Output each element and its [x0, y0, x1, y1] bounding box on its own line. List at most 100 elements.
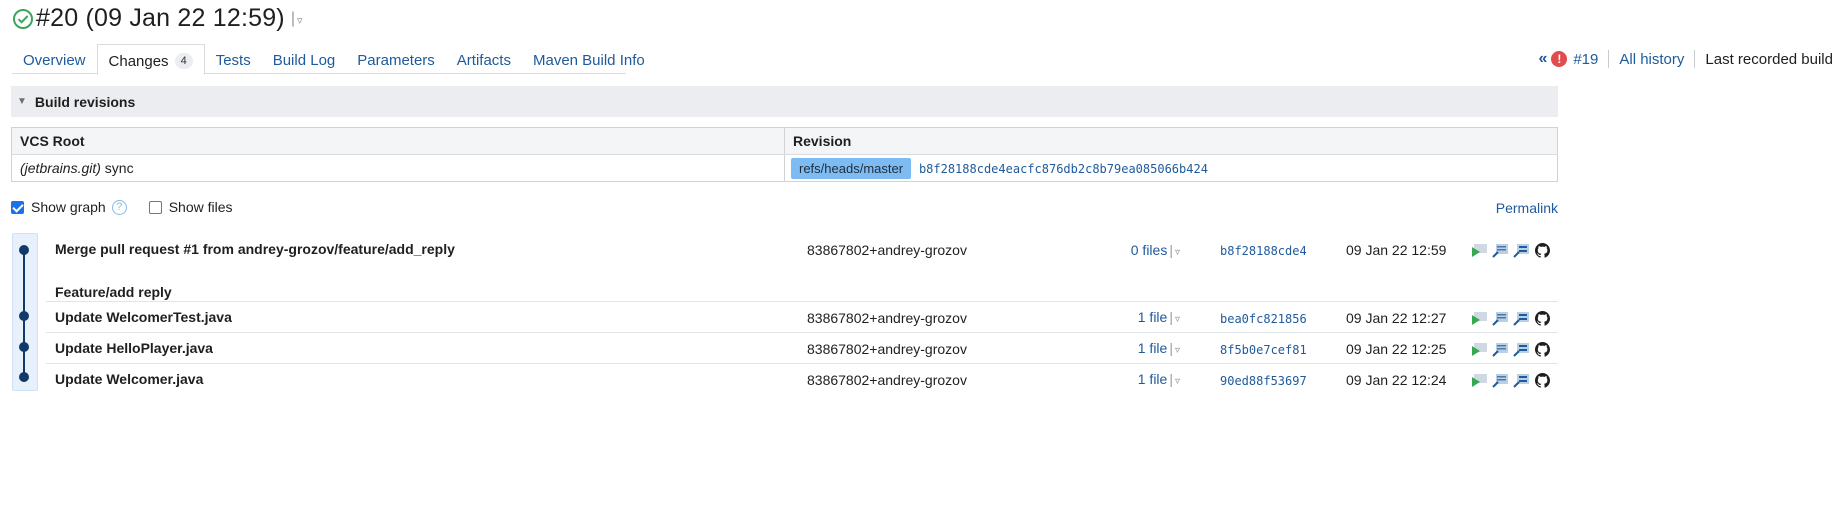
build-header: #20 (09 Jan 22 12:59) | ▿: [12, 4, 303, 33]
github-icon[interactable]: [1534, 342, 1551, 357]
build-revisions-header[interactable]: ▼ Build revisions: [11, 86, 1558, 117]
show-files-label[interactable]: Show files: [169, 199, 233, 215]
github-icon[interactable]: [1534, 243, 1551, 258]
tab-maven-build-info[interactable]: Maven Build Info: [522, 44, 656, 74]
files-count[interactable]: 1 file: [1138, 340, 1168, 356]
tab-changes[interactable]: Changes 4: [96, 44, 205, 75]
branch-badge: refs/heads/master: [791, 157, 912, 179]
run-build-icon[interactable]: [1471, 373, 1488, 388]
vcs-root-suffix: sync: [100, 160, 134, 176]
run-build-icon[interactable]: [1471, 243, 1488, 258]
section-title: Build revisions: [34, 93, 136, 110]
files-chevron-icon[interactable]: ▿: [1175, 314, 1180, 325]
previous-build-icon[interactable]: «: [1538, 50, 1547, 68]
change-author: 83867802+andrey-grozov: [807, 310, 967, 326]
tab-parameters[interactable]: Parameters: [346, 44, 446, 74]
revisions-table: VCS Root Revision (jetbrains.git) sync r…: [11, 127, 1558, 182]
download-patch-icon[interactable]: [1513, 311, 1530, 326]
change-message[interactable]: Update WelcomerTest.java: [55, 309, 232, 325]
github-icon[interactable]: [1534, 373, 1551, 388]
change-actions: [1471, 342, 1551, 357]
change-files[interactable]: 1 file | ▿: [1138, 340, 1180, 356]
failed-status-icon: !: [1551, 51, 1568, 67]
nav-divider: [1608, 50, 1610, 68]
files-count[interactable]: 0 files: [1131, 242, 1168, 258]
compare-changes-icon[interactable]: [1492, 311, 1509, 326]
last-recorded-build-label: Last recorded build: [1705, 50, 1833, 68]
revision-hash-link[interactable]: b8f28188cde4eacfc876db2c8b79ea085066b424: [919, 162, 1208, 176]
compare-changes-icon[interactable]: [1492, 373, 1509, 388]
download-patch-icon[interactable]: [1513, 373, 1530, 388]
run-build-icon[interactable]: [1471, 342, 1488, 357]
list-item[interactable]: Update WelcomerTest.java 83867802+andrey…: [46, 301, 1558, 332]
list-item[interactable]: Merge pull request #1 from andrey-grozov…: [46, 240, 1558, 301]
permalink-link[interactable]: Permalink: [1496, 200, 1558, 216]
change-files[interactable]: 1 file | ▿: [1138, 371, 1180, 387]
change-author: 83867802+andrey-grozov: [807, 372, 967, 388]
change-actions: [1471, 311, 1551, 326]
help-icon[interactable]: ?: [111, 199, 127, 215]
files-chevron-icon[interactable]: ▿: [1175, 247, 1180, 258]
change-actions: [1471, 243, 1551, 258]
graph-node: [19, 311, 29, 321]
change-message[interactable]: Merge pull request #1 from andrey-grozov…: [55, 241, 455, 257]
list-item[interactable]: Update HelloPlayer.java 83867802+andrey-…: [46, 332, 1558, 363]
change-author: 83867802+andrey-grozov: [807, 242, 967, 258]
graph-node: [19, 342, 29, 352]
run-build-icon[interactable]: [1471, 311, 1488, 326]
change-message[interactable]: Update Welcomer.java: [55, 371, 203, 387]
tab-build-log[interactable]: Build Log: [262, 44, 347, 74]
change-hash-link[interactable]: 8f5b0e7cef81: [1220, 343, 1307, 357]
changes-options: Show graph ? Show files: [11, 199, 233, 215]
vcs-root-name: (jetbrains.git): [20, 160, 101, 176]
change-date: 09 Jan 22 12:25: [1346, 341, 1447, 357]
build-menu-chevron-icon[interactable]: ▿: [297, 14, 303, 27]
tab-artifacts[interactable]: Artifacts: [446, 44, 522, 74]
compare-changes-icon[interactable]: [1492, 342, 1509, 357]
change-hash-link[interactable]: 90ed88f53697: [1220, 374, 1307, 388]
collapse-triangle-icon[interactable]: ▼: [17, 96, 27, 107]
build-navigation: « ! #19 All history Last recorded build: [1538, 50, 1833, 68]
show-graph-checkbox[interactable]: [11, 200, 24, 214]
tab-tests[interactable]: Tests: [205, 44, 262, 74]
graph-node: [19, 372, 29, 382]
col-revision: Revision: [784, 127, 1558, 155]
page-title: #20 (09 Jan 22 12:59): [36, 4, 285, 32]
title-separator: |: [290, 9, 295, 27]
change-date: 09 Jan 22 12:59: [1346, 242, 1447, 258]
col-vcs-root: VCS Root: [11, 127, 785, 155]
compare-changes-icon[interactable]: [1492, 243, 1509, 258]
files-chevron-icon[interactable]: ▿: [1175, 345, 1180, 356]
change-files[interactable]: 1 file | ▿: [1138, 309, 1180, 325]
change-hash-link[interactable]: b8f28188cde4: [1220, 244, 1307, 258]
previous-build-link[interactable]: #19: [1573, 51, 1598, 68]
change-message-detail: Feature/add reply: [55, 284, 172, 300]
vcs-root-cell: (jetbrains.git) sync: [12, 155, 785, 182]
github-icon[interactable]: [1534, 311, 1551, 326]
download-patch-icon[interactable]: [1513, 243, 1530, 258]
list-item[interactable]: Update Welcomer.java 83867802+andrey-gro…: [46, 363, 1558, 394]
change-message[interactable]: Update HelloPlayer.java: [55, 340, 213, 356]
change-date: 09 Jan 22 12:24: [1346, 372, 1447, 388]
change-actions: [1471, 373, 1551, 388]
change-date: 09 Jan 22 12:27: [1346, 310, 1447, 326]
files-count[interactable]: 1 file: [1138, 371, 1168, 387]
show-graph-label[interactable]: Show graph: [31, 199, 106, 215]
change-hash-link[interactable]: bea0fc821856: [1220, 312, 1307, 326]
revision-cell: refs/heads/master b8f28188cde4eacfc876db…: [784, 154, 1558, 182]
show-files-checkbox[interactable]: [148, 200, 162, 214]
tab-bar: Overview Changes 4 Tests Build Log Parame…: [12, 44, 645, 75]
files-count[interactable]: 1 file: [1138, 309, 1168, 325]
success-check-icon: [13, 8, 33, 29]
change-author: 83867802+andrey-grozov: [807, 341, 967, 357]
commit-graph: [12, 233, 38, 391]
table-row: (jetbrains.git) sync refs/heads/master b…: [12, 154, 1558, 182]
change-files[interactable]: 0 files | ▿: [1131, 242, 1180, 258]
graph-node: [19, 245, 29, 255]
tab-changes-label: Changes: [108, 53, 169, 70]
tab-overview[interactable]: Overview: [12, 44, 97, 74]
download-patch-icon[interactable]: [1513, 342, 1530, 357]
files-chevron-icon[interactable]: ▿: [1175, 376, 1180, 387]
all-history-link[interactable]: All history: [1619, 51, 1684, 68]
nav-divider: [1694, 50, 1696, 68]
